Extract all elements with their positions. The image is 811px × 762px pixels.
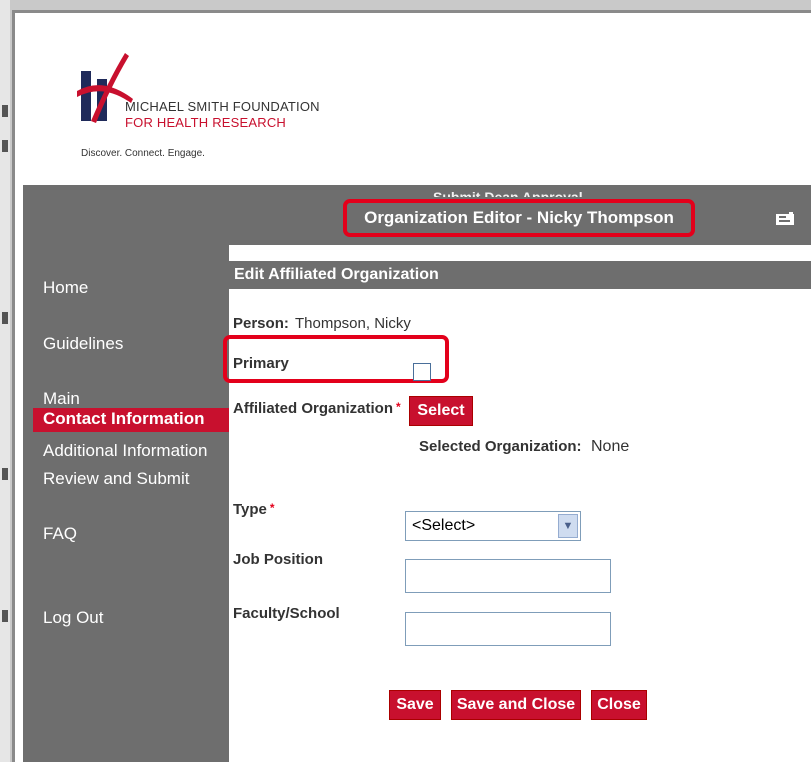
type-select-value: <Select>: [412, 517, 476, 534]
save-button[interactable]: Save: [389, 690, 441, 720]
affiliated-org-label-text: Affiliated Organization: [233, 400, 394, 417]
foundation-logo[interactable]: MICHAEL SMITH FOUNDATION FOR HEALTH RESE…: [63, 51, 323, 171]
faculty-school-label: Faculty/School: [233, 605, 340, 622]
nav-item-review-submit[interactable]: Review and Submit: [43, 469, 189, 489]
nav-item-guidelines[interactable]: Guidelines: [43, 334, 123, 354]
edge-marker: [2, 105, 8, 117]
print-icon[interactable]: [775, 211, 795, 227]
type-label-text: Type: [233, 501, 267, 518]
page-subtitle: Submit Dean Approval: [433, 189, 583, 197]
chevron-down-icon[interactable]: ▼: [558, 514, 578, 538]
nav-item-logout[interactable]: Log Out: [43, 608, 104, 628]
job-position-field[interactable]: [405, 559, 611, 593]
edge-marker: [2, 312, 8, 324]
edit-form: Edit Affiliated Organization Person: Tho…: [223, 245, 811, 762]
window-edge: [0, 0, 10, 762]
edge-marker: [2, 610, 8, 622]
section-title: Edit Affiliated Organization: [229, 261, 811, 289]
save-and-close-button[interactable]: Save and Close: [451, 690, 581, 720]
edge-marker: [2, 468, 8, 480]
selected-org-label: Selected Organization:: [419, 438, 582, 455]
person-label: Person:: [233, 315, 289, 332]
nav-item-faq[interactable]: FAQ: [43, 524, 77, 544]
faculty-school-field[interactable]: [405, 612, 611, 646]
required-marker: *: [269, 501, 275, 515]
primary-checkbox[interactable]: [413, 363, 431, 381]
close-button[interactable]: Close: [591, 690, 647, 720]
sidebar-nav: Home Guidelines Main Contact Information…: [23, 245, 229, 762]
nav-item-home[interactable]: Home: [43, 278, 88, 298]
nav-item-contact-information[interactable]: Contact Information: [33, 408, 229, 432]
selected-org-value: None: [591, 438, 630, 455]
job-position-label: Job Position: [233, 551, 323, 568]
affiliated-org-label: Affiliated Organization *: [233, 400, 401, 417]
select-organization-button[interactable]: Select: [409, 396, 473, 426]
type-select[interactable]: <Select> ▼: [405, 511, 581, 541]
nav-item-additional-information[interactable]: Additional Information: [43, 441, 207, 461]
nav-item-label: Contact Information: [43, 409, 205, 428]
edge-marker: [2, 140, 8, 152]
nav-item-main[interactable]: Main: [43, 389, 80, 409]
page-frame: MICHAEL SMITH FOUNDATION FOR HEALTH RESE…: [12, 10, 811, 762]
logo-tagline: Discover. Connect. Engage.: [81, 148, 205, 159]
logo-mark-icon: [77, 53, 133, 123]
logo-line-1: MICHAEL SMITH FOUNDATION: [125, 99, 320, 114]
page-title: Organization Editor - Nicky Thompson: [343, 199, 695, 237]
type-label: Type *: [233, 501, 275, 518]
required-marker: *: [396, 400, 401, 414]
logo-line-2: FOR HEALTH RESEARCH: [125, 115, 287, 130]
person-value: Thompson, Nicky: [295, 315, 411, 332]
primary-label: Primary: [233, 355, 289, 372]
page-header: MICHAEL SMITH FOUNDATION FOR HEALTH RESE…: [23, 13, 811, 185]
title-band: Submit Dean Approval Organization Editor…: [23, 185, 811, 245]
